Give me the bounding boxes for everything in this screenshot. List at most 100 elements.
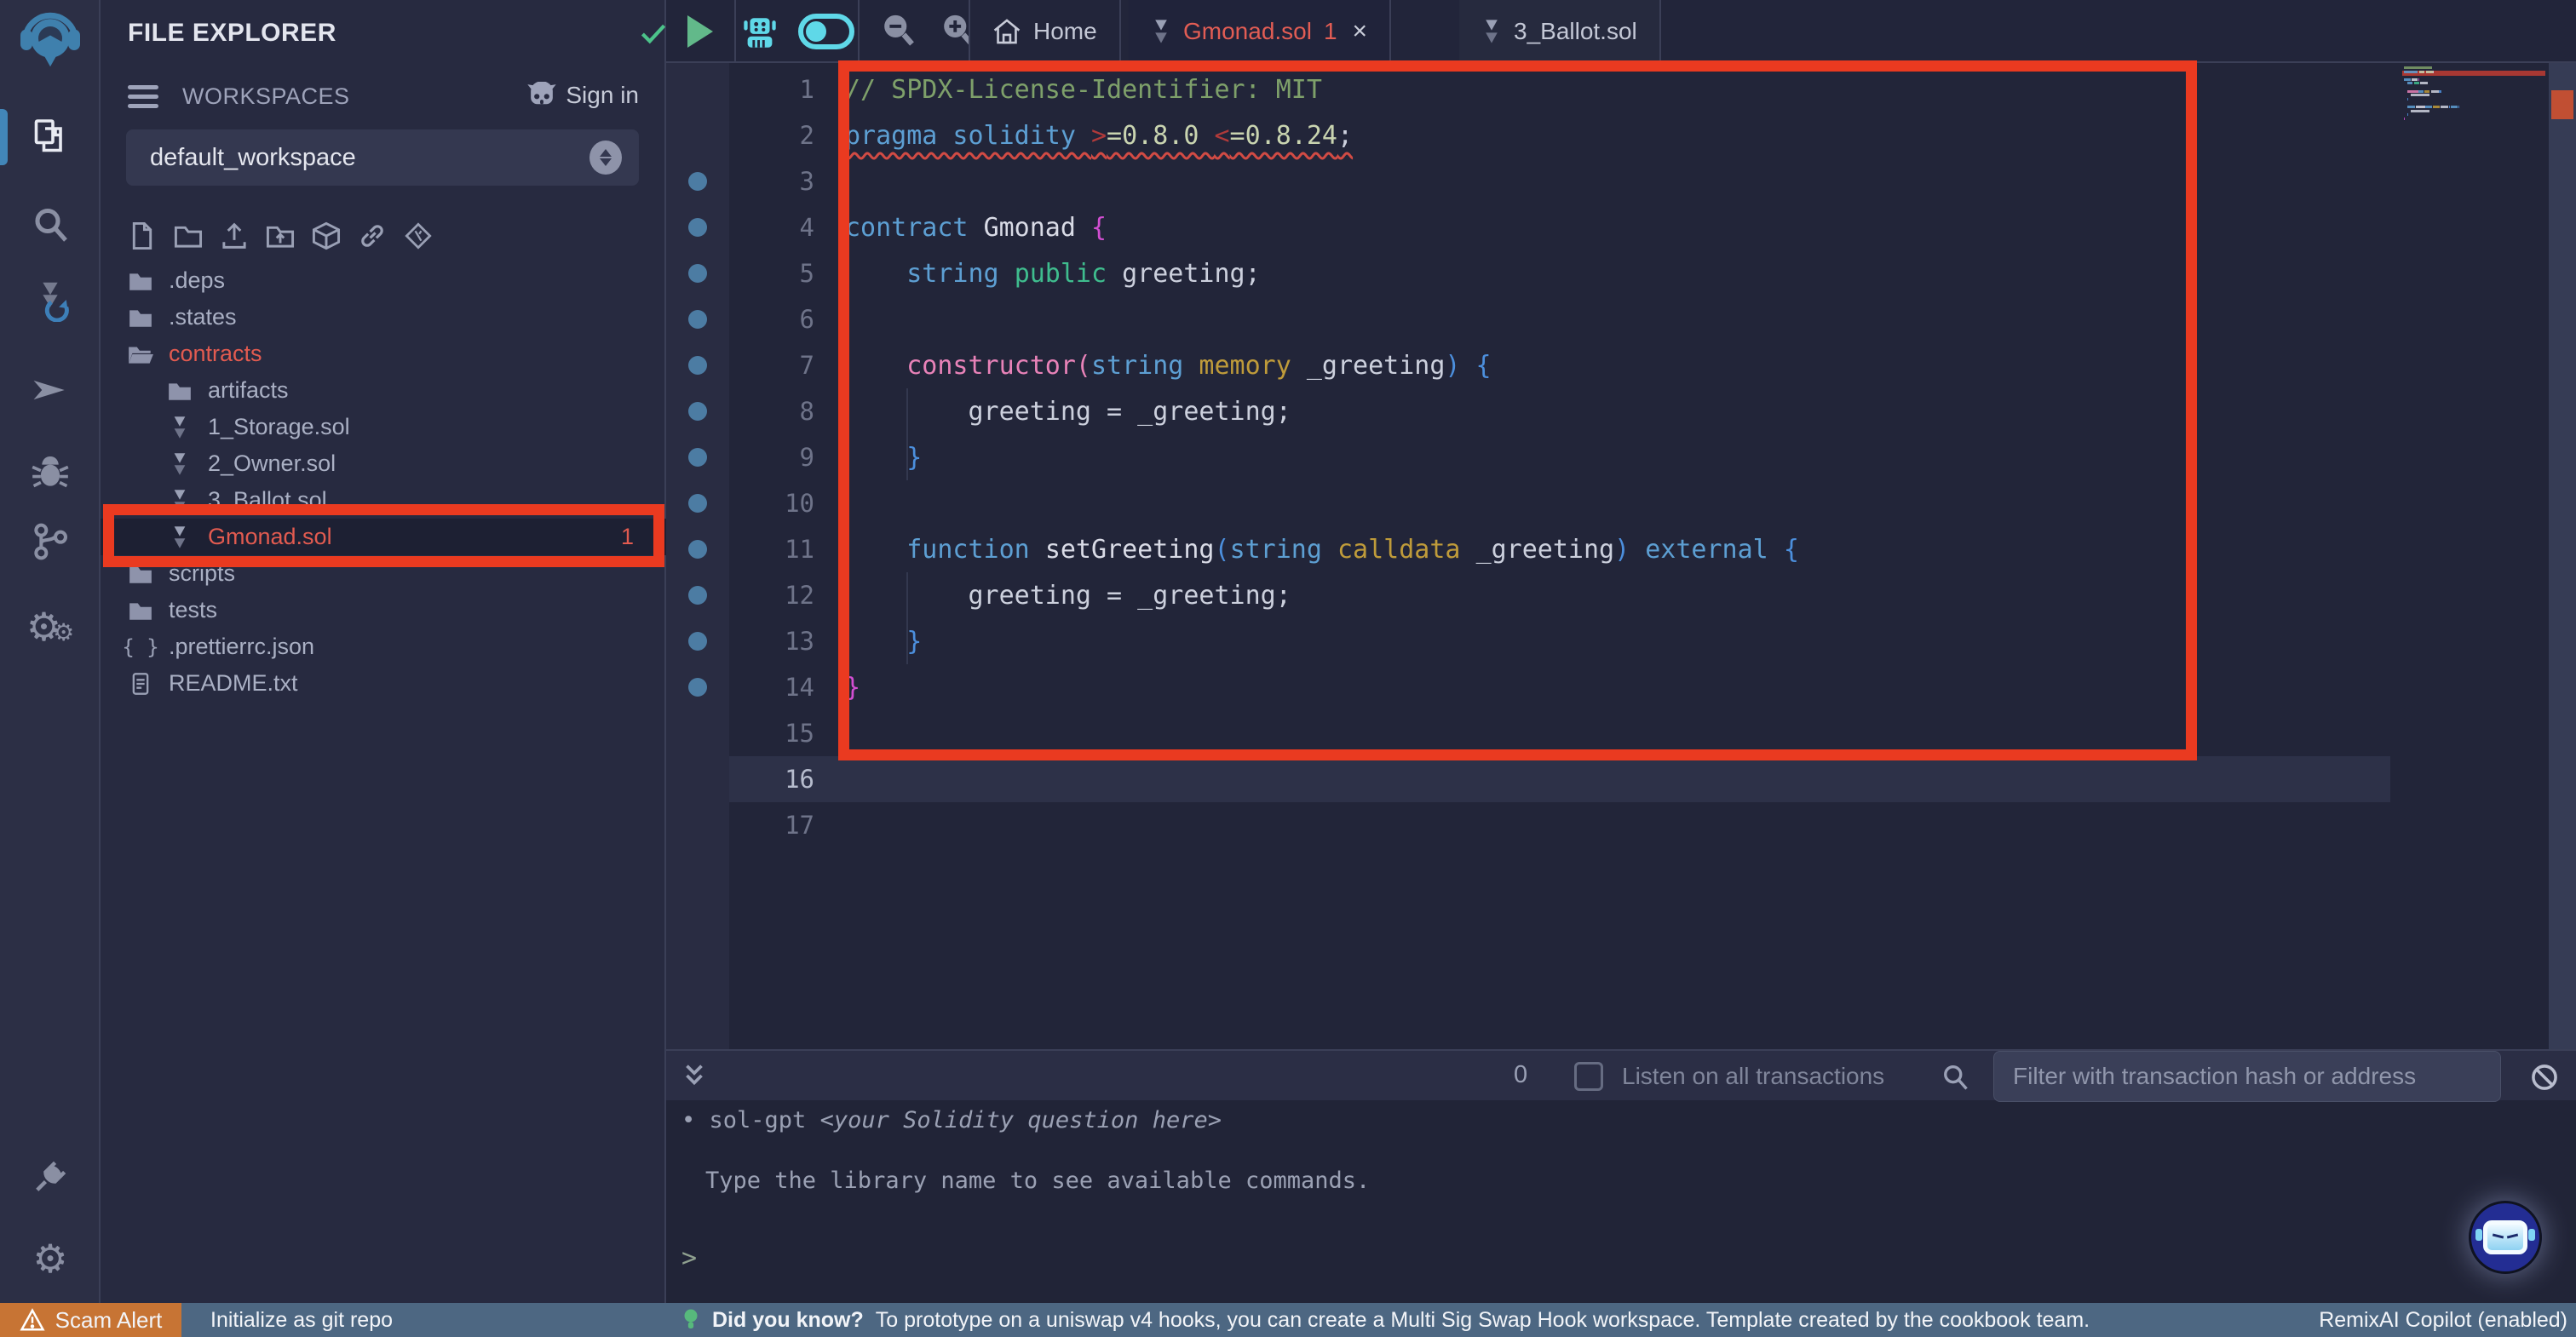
clear-console-icon[interactable]: [2528, 1061, 2561, 1098]
gutter-cell[interactable]: [666, 264, 729, 283]
line-number: 1: [729, 75, 814, 104]
line-number: 3: [729, 167, 814, 196]
code-line-7[interactable]: 7 constructor(string memory _greeting) {: [666, 342, 2576, 388]
line-number: 12: [729, 581, 814, 610]
minimap-line: [2404, 118, 2405, 120]
workspaces-menu-icon[interactable]: [128, 85, 158, 113]
minimap-line: [2407, 90, 2418, 93]
zoom-out-icon[interactable]: [879, 11, 917, 53]
tree-item-scripts[interactable]: scripts: [101, 555, 666, 592]
code-editor[interactable]: 1// SPDX-License-Identifier: MIT2pragma …: [666, 63, 2576, 1049]
code-line-14[interactable]: 14}: [666, 664, 2576, 710]
code-line-2[interactable]: 2pragma solidity >=0.8.0 <=0.8.24;: [666, 112, 2576, 158]
tree-item-artifacts[interactable]: artifacts: [101, 372, 666, 409]
tree-item--deps[interactable]: .deps: [101, 262, 666, 299]
tree-item-2-owner-sol[interactable]: 2_Owner.sol: [101, 445, 666, 482]
search-icon[interactable]: [0, 194, 101, 255]
copilot-toggle[interactable]: [798, 14, 854, 49]
remix-logo-icon[interactable]: [0, 14, 101, 75]
plugin-manager-icon[interactable]: [0, 1146, 101, 1208]
code-line-12[interactable]: 12 greeting = _greeting;: [666, 572, 2576, 618]
line-number: 13: [729, 627, 814, 656]
scam-alert-button[interactable]: Scam Alert: [0, 1303, 181, 1337]
sign-in-button[interactable]: Sign in: [526, 82, 639, 109]
tree-item-gmonad-sol[interactable]: Gmonad.sol1: [101, 519, 666, 555]
gutter-cell[interactable]: [666, 356, 729, 375]
tree-item-tests[interactable]: tests: [101, 592, 666, 628]
file-explorer-icon[interactable]: [0, 106, 101, 167]
code-line-11[interactable]: 11 function setGreeting(string calldata …: [666, 526, 2576, 572]
tree-item-contracts[interactable]: contracts: [101, 336, 666, 372]
tab-3-ballot-sol[interactable]: 3_Ballot.sol: [1459, 0, 1661, 63]
transaction-filter-input[interactable]: Filter with transaction hash or address: [1993, 1051, 2501, 1102]
new-file-icon[interactable]: [126, 220, 158, 252]
gutter-cell[interactable]: [666, 494, 729, 513]
editor-scrollbar[interactable]: [2549, 63, 2576, 1049]
terminal-prompt[interactable]: >: [681, 1243, 2556, 1273]
minimap[interactable]: [2402, 63, 2549, 1049]
code-line-4[interactable]: 4contract Gmonad {: [666, 204, 2576, 250]
gutter-cell[interactable]: [666, 172, 729, 191]
tab-home[interactable]: Home: [969, 0, 1121, 63]
new-folder-icon[interactable]: [172, 220, 204, 252]
copilot-status[interactable]: RemixAI Copilot (enabled): [2319, 1308, 2567, 1333]
tab-close-icon[interactable]: ×: [1353, 17, 1368, 46]
tree-item--states[interactable]: .states: [101, 299, 666, 336]
link-icon[interactable]: [356, 220, 388, 252]
terminal-line: • sol-gpt <your Solidity question here>: [681, 1107, 2556, 1133]
gutter-cell[interactable]: [666, 402, 729, 421]
solidity-unit-testing-icon[interactable]: ⚙⚙: [0, 596, 101, 657]
gutter-cell[interactable]: [666, 632, 729, 651]
code-line-15[interactable]: 15: [666, 710, 2576, 756]
gutter-cell[interactable]: [666, 586, 729, 605]
collapse-terminal-icon[interactable]: [681, 1061, 707, 1094]
gutter-cell[interactable]: [666, 678, 729, 697]
warning-icon: [20, 1308, 45, 1332]
git-icon[interactable]: [0, 511, 101, 572]
tag-icon[interactable]: [402, 220, 434, 252]
minimap-line: [2418, 90, 2424, 93]
upload-folder-icon[interactable]: [264, 220, 296, 252]
debugger-icon[interactable]: [0, 441, 101, 502]
code-line-8[interactable]: 8 greeting = _greeting;: [666, 388, 2576, 434]
terminal-output[interactable]: • sol-gpt <your Solidity question here> …: [681, 1104, 2556, 1273]
folder-icon: [126, 559, 155, 588]
solidity-compiler-icon[interactable]: [0, 269, 101, 330]
ai-robot-icon[interactable]: [740, 10, 779, 53]
tree-item-1-storage-sol[interactable]: 1_Storage.sol: [101, 409, 666, 445]
code-line-9[interactable]: 9 }: [666, 434, 2576, 480]
remixai-assistant-button[interactable]: [2469, 1201, 2542, 1274]
code-line-3[interactable]: 3: [666, 158, 2576, 204]
gutter-cell[interactable]: [666, 540, 729, 559]
minimap-line: [2404, 66, 2432, 69]
code-line-1[interactable]: 1// SPDX-License-Identifier: MIT: [666, 66, 2576, 112]
code-line-13[interactable]: 13 }: [666, 618, 2576, 664]
code-line-6[interactable]: 6: [666, 296, 2576, 342]
tree-item-label: .states: [169, 304, 237, 330]
workspace-select[interactable]: default_workspace: [126, 129, 639, 186]
tree-item-3-ballot-sol[interactable]: 3_Ballot.sol: [101, 482, 666, 519]
code-line-17[interactable]: 17: [666, 802, 2576, 848]
listen-checkbox[interactable]: [1574, 1062, 1603, 1091]
tab-gmonad-sol[interactable]: Gmonad.sol 1 ×: [1129, 0, 1391, 63]
search-icon[interactable]: [1940, 1062, 1970, 1097]
run-script-button[interactable]: [666, 0, 736, 63]
solidity-icon: [165, 450, 194, 479]
lightbulb-icon: [681, 1307, 700, 1333]
code-line-5[interactable]: 5 string public greeting;: [666, 250, 2576, 296]
git-init-button[interactable]: Initialize as git repo: [210, 1308, 393, 1333]
gutter-cell[interactable]: [666, 218, 729, 237]
tree-item--prettierrc-json[interactable]: { }.prettierrc.json: [101, 628, 666, 665]
gutter-cell[interactable]: [666, 448, 729, 467]
solidity-icon: [1151, 19, 1171, 44]
cube-icon[interactable]: [310, 220, 342, 252]
tree-item-readme-txt[interactable]: README.txt: [101, 665, 666, 702]
upload-file-icon[interactable]: [218, 220, 250, 252]
settings-icon[interactable]: ⚙: [0, 1228, 101, 1289]
gutter-cell[interactable]: [666, 310, 729, 329]
code-line-10[interactable]: 10: [666, 480, 2576, 526]
tree-item-label: 1_Storage.sol: [208, 414, 350, 440]
json-icon: { }: [126, 633, 155, 662]
code-line-16[interactable]: 16: [666, 756, 2576, 802]
deploy-run-icon[interactable]: [0, 359, 101, 421]
